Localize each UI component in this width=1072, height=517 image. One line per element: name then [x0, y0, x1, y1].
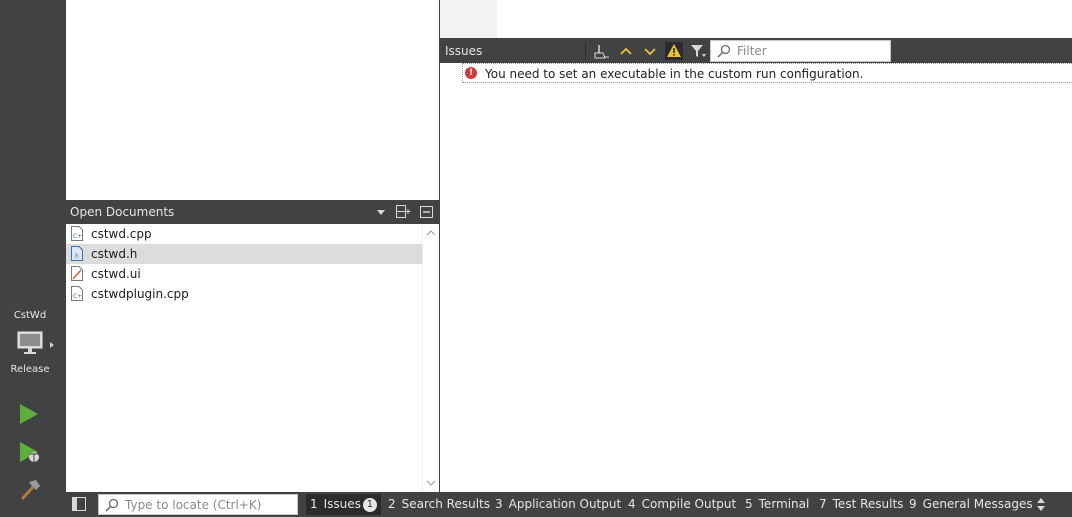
tab-compile-output[interactable]: 4 Compile Output — [624, 494, 740, 515]
kit-selector-arrow-icon[interactable] — [50, 342, 54, 348]
clean-broom-icon[interactable] — [593, 42, 611, 60]
open-documents-list: C+ cstwd.cpp h cstwd.h cstwd.ui C+ cstwd… — [66, 224, 439, 492]
hammer-icon[interactable] — [18, 478, 42, 502]
tab-label: Compile Output — [641, 497, 737, 511]
ui-file-icon — [71, 266, 83, 281]
run-icon[interactable] — [18, 402, 40, 426]
issue-message: You need to set an executable in the cus… — [485, 67, 864, 81]
tab-label: Terminal — [758, 497, 810, 511]
search-icon — [105, 498, 119, 512]
editor-area — [440, 0, 1072, 38]
tab-number: 9 — [909, 497, 917, 511]
tab-number: 5 — [745, 497, 753, 511]
debug-run-icon[interactable] — [18, 440, 42, 464]
editor-gutter — [440, 0, 497, 38]
toggle-sidebar-icon[interactable] — [72, 497, 86, 511]
kit-config-label[interactable]: Release — [0, 364, 60, 375]
chevron-down-icon[interactable] — [377, 210, 385, 215]
previous-item-icon[interactable] — [617, 42, 635, 60]
project-tree-area — [66, 0, 439, 200]
file-name: cstwd.h — [91, 247, 138, 261]
tab-search-results[interactable]: 2 Search Results — [384, 494, 494, 515]
file-name: cstwd.cpp — [91, 227, 152, 241]
issue-row[interactable]: ! You need to set an executable in the c… — [462, 63, 1072, 83]
tab-label: Search Results — [401, 497, 491, 511]
issues-pane-title: Issues — [445, 44, 483, 58]
header-file-icon: h — [71, 246, 83, 261]
split-view-icon[interactable] — [396, 205, 411, 219]
issues-filter-field[interactable] — [710, 40, 891, 62]
file-name: cstwdplugin.cpp — [91, 287, 189, 301]
kit-project-label[interactable]: CstWd — [0, 310, 60, 321]
tab-terminal[interactable]: 5 Terminal — [741, 494, 813, 515]
mode-bar: CstWd Release — [0, 0, 66, 517]
error-icon: ! — [465, 67, 477, 79]
open-document-item[interactable]: C+ cstwdplugin.cpp — [66, 284, 422, 304]
tab-label: General Messages — [922, 497, 1033, 511]
svg-text:h: h — [75, 253, 79, 260]
tab-label: Test Results — [832, 497, 904, 511]
cpp-file-icon: C+ — [71, 226, 83, 241]
scroll-down-icon[interactable] — [427, 480, 435, 486]
vertical-scrollbar[interactable] — [422, 224, 439, 492]
tab-number: 3 — [495, 497, 503, 511]
status-bar: 1Issues1 2Search Results 3Application Ou… — [66, 492, 1072, 517]
tab-number: 2 — [388, 497, 396, 511]
tab-label: Application Output — [508, 497, 622, 511]
tab-number: 7 — [819, 497, 827, 511]
up-down-arrows-icon[interactable] — [1035, 497, 1047, 512]
close-pane-icon[interactable] — [420, 206, 433, 218]
issue-count-badge: 1 — [362, 498, 377, 512]
locator-input[interactable] — [125, 497, 295, 513]
open-document-item[interactable]: cstwd.ui — [66, 264, 422, 284]
open-document-item[interactable]: h cstwd.h — [66, 244, 422, 264]
scroll-up-icon[interactable] — [427, 230, 435, 236]
tab-number: 4 — [628, 497, 636, 511]
tab-number: 1 — [310, 497, 318, 511]
open-documents-header: Open Documents — [66, 200, 439, 224]
search-icon — [717, 44, 731, 58]
next-item-icon[interactable] — [641, 42, 659, 60]
filter-input[interactable] — [737, 43, 887, 59]
cpp-file-icon: C+ — [71, 286, 83, 301]
tab-label: Issues — [323, 497, 361, 511]
open-documents-title: Open Documents — [70, 205, 175, 219]
toolbar-separator — [585, 42, 586, 59]
tab-test-results[interactable]: 7 Test Results — [815, 494, 907, 515]
file-name: cstwd.ui — [91, 267, 141, 281]
tab-application-output[interactable]: 3 Application Output — [491, 494, 625, 515]
filter-funnel-icon[interactable] — [689, 42, 707, 60]
issues-list: ! You need to set an executable in the c… — [440, 63, 1072, 492]
open-document-item[interactable]: C+ cstwd.cpp — [66, 224, 422, 244]
locator-field[interactable] — [98, 494, 298, 515]
monitor-icon[interactable] — [17, 330, 43, 356]
warning-filter-icon[interactable] — [665, 42, 683, 60]
svg-text:C+: C+ — [73, 233, 82, 240]
tab-general-messages[interactable]: 9 General Messages — [905, 494, 1037, 515]
tab-issues[interactable]: 1 Issues 1 — [306, 494, 381, 515]
svg-text:C+: C+ — [73, 293, 82, 300]
